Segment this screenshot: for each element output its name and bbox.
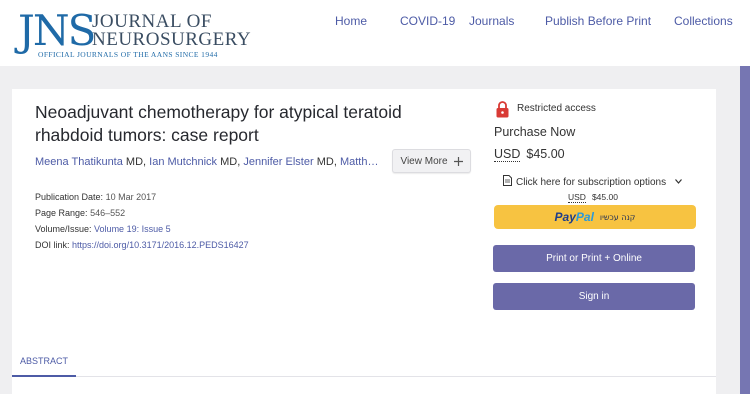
- purchase-heading: Purchase Now: [494, 125, 576, 139]
- currency-label: USD: [494, 147, 521, 162]
- page-range-value: 546–552: [90, 208, 126, 218]
- nav-publish-before-print[interactable]: Publish Before Print: [545, 14, 651, 28]
- paypal-buy-now-label: קנה עכשיו: [599, 212, 636, 222]
- doi-link[interactable]: https://doi.org/10.3171/2016.12.PEDS1642…: [72, 240, 249, 250]
- author-degree: MD: [220, 156, 238, 168]
- author-list: Meena Thatikunta MD, Ian Mutchnick MD, J…: [35, 156, 379, 168]
- logo-tagline: OFFICIAL JOURNALS OF THE AANS SINCE 1944: [38, 50, 218, 59]
- plus-icon: [453, 156, 463, 166]
- pub-date-label: Publication Date:: [35, 192, 104, 202]
- logo-mark: JNS: [18, 6, 96, 55]
- jns-logo[interactable]: JNS JOURNAL OF NEUROSURGERY OFFICIAL JOU…: [18, 8, 253, 60]
- volume-issue-label: Volume/Issue:: [35, 224, 92, 234]
- author-link[interactable]: Jennifer Elster: [243, 156, 313, 168]
- paypal-logo-pal: Pal: [575, 210, 594, 224]
- tab-divider: [12, 376, 716, 377]
- sign-in-button[interactable]: Sign in: [493, 283, 695, 310]
- nav-covid19[interactable]: COVID-19: [400, 14, 455, 28]
- author-degree: MD: [125, 156, 144, 168]
- sign-in-label: Sign in: [578, 291, 610, 302]
- subscription-options-label: Click here for subscription options: [516, 177, 667, 188]
- site-header: JNS JOURNAL OF NEUROSURGERY OFFICIAL JOU…: [0, 0, 750, 66]
- page-range-label: Page Range:: [35, 208, 88, 218]
- nav-collections[interactable]: Collections: [674, 14, 733, 28]
- chevron-down-icon: [674, 179, 682, 184]
- paypal-logo-pay: Pay: [554, 210, 576, 224]
- view-more-button[interactable]: View More: [392, 149, 471, 173]
- nav-journals[interactable]: Journals: [469, 14, 514, 28]
- print-online-button[interactable]: Print or Print + Online: [493, 245, 695, 272]
- publication-date-row: Publication Date: 10 Mar 2017: [35, 192, 156, 202]
- article-title: Neoadjuvant chemotherapy for atypical te…: [35, 102, 402, 145]
- pub-date-value: 10 Mar 2017: [105, 192, 157, 202]
- author-link[interactable]: Meena Thatikunta: [35, 156, 123, 168]
- logo-line-2: NEUROSURGERY: [92, 29, 252, 50]
- paypal-logo: PayPal: [555, 210, 594, 224]
- paypal-price: USD $45.00: [568, 192, 618, 203]
- nav-home[interactable]: Home: [335, 14, 367, 28]
- view-more-label: View More: [400, 155, 448, 167]
- tab-abstract[interactable]: ABSTRACT: [12, 347, 76, 377]
- volume-issue-row: Volume/Issue: Volume 19: Issue 5: [35, 224, 171, 234]
- scroll-edge: [740, 66, 750, 394]
- print-online-label: Print or Print + Online: [546, 253, 642, 264]
- price-display: USD $45.00: [494, 147, 565, 162]
- author-degree: MD: [316, 156, 334, 168]
- price-value: $45.00: [526, 147, 565, 161]
- paypal-price-value: $45.00: [591, 192, 618, 202]
- doi-label: DOI link:: [35, 240, 70, 250]
- author-link[interactable]: Ian Mutchnick: [149, 156, 217, 168]
- paypal-currency: USD: [568, 192, 586, 203]
- lock-icon: [496, 101, 509, 118]
- subscription-options-toggle[interactable]: Click here for subscription options: [503, 175, 682, 188]
- page-range-row: Page Range: 546–552: [35, 208, 125, 218]
- doi-row: DOI link: https://doi.org/10.3171/2016.1…: [35, 240, 249, 250]
- document-icon: [503, 175, 512, 186]
- paypal-button[interactable]: PayPal קנה עכשיו: [494, 205, 696, 229]
- author-link[interactable]: Matth…: [340, 156, 379, 168]
- restricted-access-label: Restricted access: [517, 103, 596, 114]
- volume-issue-link[interactable]: Volume 19: Issue 5: [94, 224, 171, 234]
